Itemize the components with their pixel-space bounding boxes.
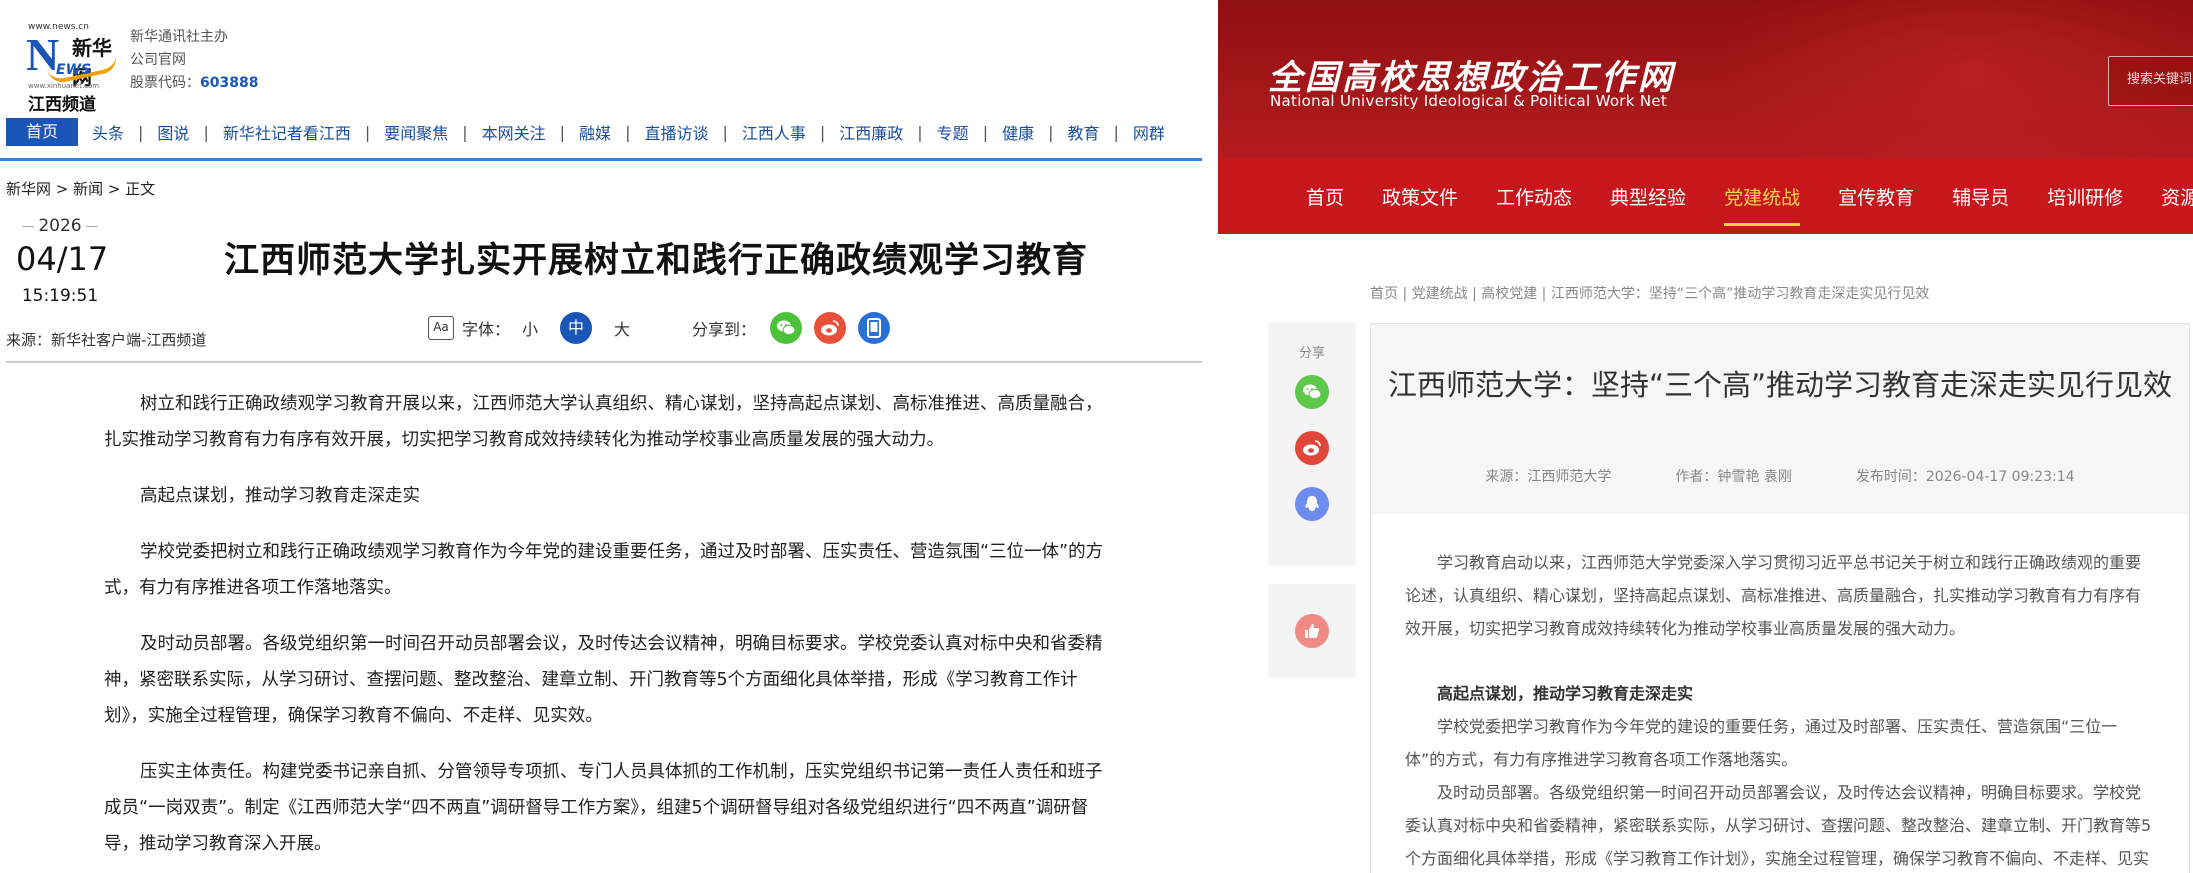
mobile-share-icon[interactable] — [858, 312, 891, 344]
stock-label: 股票代码： — [130, 75, 200, 91]
nav-item[interactable]: 图说 — [143, 120, 203, 144]
font-small-button[interactable]: 小 — [522, 316, 538, 340]
nav-item[interactable]: 直播访谈 — [630, 120, 722, 144]
nav-item-counselor[interactable]: 辅导员 — [1952, 183, 2009, 210]
article-paragraph: 压实主体责任。构建党委书记亲自抓、分管领导专项抓、专门人员具体抓的工作机制，压实… — [104, 762, 1103, 854]
sizheng-page: 全国高校思想政治工作网 National University Ideologi… — [1218, 0, 2193, 873]
article-source: 来源：江西师范大学 — [1485, 469, 1612, 485]
article-subheading: 高起点谋划，推动学习教育走深走实 — [140, 486, 420, 506]
nav-item[interactable]: 融媒 — [565, 120, 625, 144]
stock-code[interactable]: 603888 — [200, 75, 258, 91]
site-logo-en: National University Ideological & Politi… — [1270, 92, 1668, 110]
title-divider — [6, 361, 1202, 363]
xinhua-logo[interactable]: www.news.cn N 新华网 EWS www.xinhuanet.com … — [22, 18, 122, 115]
article-section-heading: 高起点谋划，推动学习教育走深走实 — [1437, 684, 1694, 703]
article-title: 江西师范大学：坚持“三个高”推动学习教育走深走实见行见效 — [1387, 368, 2173, 402]
nav-item[interactable]: 江西廉政 — [825, 120, 917, 144]
nav-item-training[interactable]: 培训研修 — [2047, 183, 2123, 210]
site-meta: 新华通讯社主办 公司官网 股票代码：603888 — [130, 26, 258, 95]
publish-date: 2026 04/17 15:19:51 — [16, 216, 109, 306]
like-box — [1268, 584, 1356, 678]
nav-item-work-news[interactable]: 工作动态 — [1496, 183, 1572, 210]
article-meta: 来源：江西师范大学 作者：钟雪艳 袁刚 发布时间：2026-04-17 09:2… — [1371, 466, 2189, 486]
article-body: 树立和践行正确政绩观学习教育开展以来，江西师范大学认真组织、精心谋划，坚持高起点… — [104, 386, 1108, 873]
main-nav: 首页 政策文件 工作动态 典型经验 党建统战 宣传教育 辅导员 培训研修 资源 — [1218, 158, 2193, 234]
article-lead: 学习教育启动以来，江西师范大学党委深入学习贯彻习近平总书记关于树立和践行正确政绩… — [1405, 553, 2142, 638]
font-label: 字体： — [462, 320, 511, 339]
publish-time: 15:19:51 — [21, 286, 99, 306]
nav-item-experience[interactable]: 典型经验 — [1610, 183, 1686, 210]
article-paragraph: 及时动员部署。各级党组织第一时间召开动员部署会议，及时传达会议精神，明确目标要求… — [1405, 783, 2152, 868]
nav-item-home[interactable]: 首页 — [6, 118, 79, 146]
logo-small-text: www.xinhuanet.com — [28, 82, 100, 90]
article-source: 来源：新华社客户端-江西频道 — [6, 331, 207, 349]
nav-item[interactable]: 专题 — [923, 120, 983, 144]
article-author: 作者：钟雪艳 袁刚 — [1675, 469, 1792, 485]
article-paragraph: 学校党委把学习教育作为今年党的建设的重要任务，通过及时部署、压实责任、营造氛围“… — [1405, 717, 2118, 769]
nav-item-home[interactable]: 首页 — [1306, 183, 1344, 210]
article-card-header: 江西师范大学：坚持“三个高”推动学习教育走深走实见行见效 来源：江西师范大学 作… — [1371, 324, 2189, 514]
breadcrumb[interactable]: 首页 | 党建统战 | 高校党建 | 江西师范大学：坚持“三个高”推动学习教育走… — [1370, 283, 1929, 303]
nav-underline — [0, 158, 1202, 161]
article-tools: Aa 字体： 小 中 大 分享到： — [428, 312, 896, 344]
search-input[interactable]: 搜索关键词 — [2108, 56, 2193, 106]
nav-item[interactable]: 健康 — [988, 120, 1048, 144]
nav-item-resources[interactable]: 资源 — [2161, 183, 2193, 210]
article-body: 学习教育启动以来，江西师范大学党委深入学习贯彻习近平总书记关于树立和践行正确政绩… — [1405, 546, 2155, 873]
thumbs-up-icon[interactable] — [1295, 614, 1329, 648]
weibo-share-icon[interactable] — [814, 312, 847, 344]
article-published: 发布时间：2026-04-17 09:23:14 — [1855, 469, 2075, 485]
nav-item[interactable]: 要闻聚焦 — [370, 120, 462, 144]
share-sidebar: 分享 — [1268, 322, 1356, 566]
weibo-share-icon[interactable] — [1295, 431, 1329, 465]
meta-sponsor: 新华通讯社主办 — [130, 29, 228, 45]
font-medium-button[interactable]: 中 — [560, 312, 593, 344]
meta-official-site[interactable]: 公司官网 — [130, 49, 258, 72]
nav-item[interactable]: 头条 — [78, 120, 138, 144]
wechat-share-icon[interactable] — [1295, 375, 1329, 409]
nav-item-party-building[interactable]: 党建统战 — [1724, 183, 1801, 226]
channel-name: 江西频道 — [28, 95, 96, 115]
breadcrumb[interactable]: 新华网 > 新闻 > 正文 — [6, 178, 155, 199]
nav-item-policy[interactable]: 政策文件 — [1382, 183, 1458, 210]
xinhua-page: www.news.cn N 新华网 EWS www.xinhuanet.com … — [0, 0, 1218, 873]
qq-share-icon[interactable] — [1295, 487, 1329, 521]
article-title: 江西师范大学扎实开展树立和践行正确政绩观学习教育 — [224, 241, 1089, 281]
publish-month-day: 04/17 — [16, 240, 109, 278]
site-header: 全国高校思想政治工作网 National University Ideologi… — [1218, 0, 2193, 200]
article-paragraph: 学校党委把树立和践行正确政绩观学习教育作为今年党的建设重要任务，通过及时部署、压… — [104, 542, 1104, 598]
nav-item[interactable]: 本网关注 — [468, 120, 560, 144]
font-size-icon: Aa — [428, 316, 454, 340]
nav-item[interactable]: 江西人事 — [728, 120, 820, 144]
nav-item[interactable]: 网群 — [1119, 120, 1179, 144]
meta-stock: 股票代码：603888 — [130, 72, 258, 95]
nav-item[interactable]: 新华社记者看江西 — [209, 120, 365, 144]
font-large-button[interactable]: 大 — [614, 316, 630, 340]
share-label: 分享 — [1298, 346, 1325, 361]
nav-item-publicity[interactable]: 宣传教育 — [1838, 183, 1914, 210]
article-card: 江西师范大学：坚持“三个高”推动学习教育走深走实见行见效 来源：江西师范大学 作… — [1370, 323, 2190, 873]
share-label: 分享到： — [692, 320, 757, 339]
wechat-share-icon[interactable] — [770, 312, 803, 344]
publish-year: 2026 — [16, 216, 104, 236]
article-paragraph: 树立和践行正确政绩观学习教育开展以来，江西师范大学认真组织、精心谋划，坚持高起点… — [104, 394, 1103, 450]
xinhua-nav: 首页 头条 | 图说 | 新华社记者看江西 | 要闻聚焦 | 本网关注 | 融媒 | 直播访… — [6, 118, 1202, 146]
article-paragraph: 及时动员部署。各级党组织第一时间召开动员部署会议，及时传达会议精神，明确目标要求… — [104, 634, 1103, 726]
logo-brand-en: EWS — [56, 62, 92, 78]
nav-item[interactable]: 教育 — [1053, 120, 1113, 144]
